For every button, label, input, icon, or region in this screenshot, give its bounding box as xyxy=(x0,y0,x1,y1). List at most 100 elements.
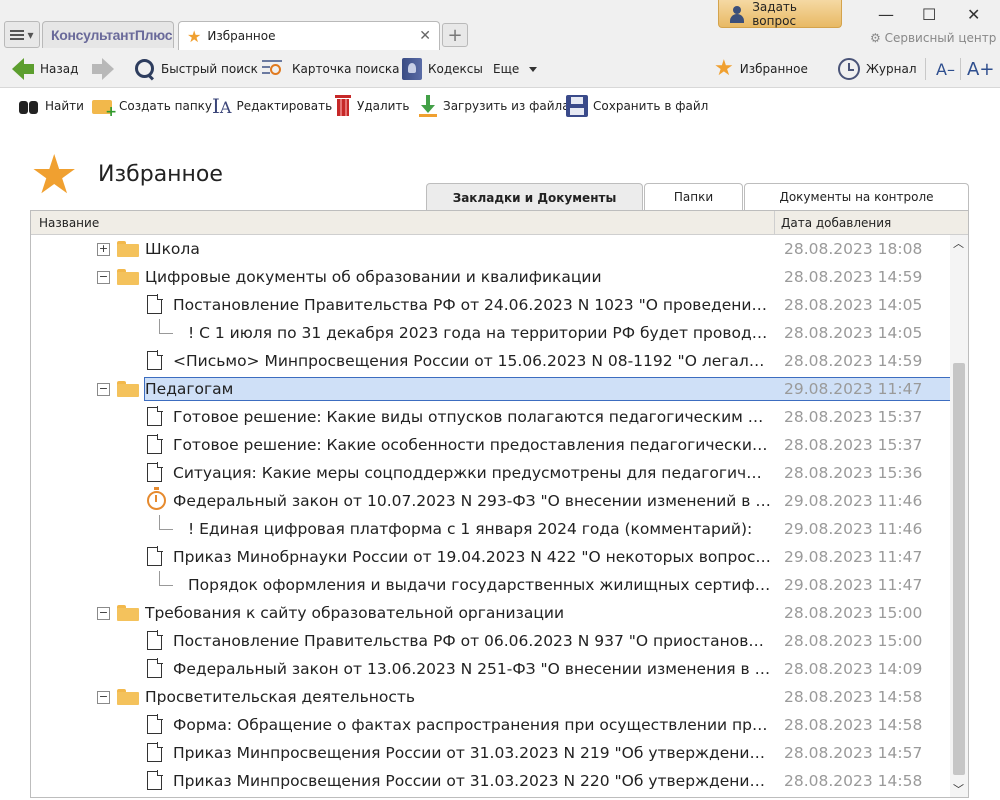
edit-label: Редактировать xyxy=(236,99,333,113)
column-header-name[interactable]: Название xyxy=(39,216,99,230)
tab-documents-on-control[interactable]: Документы на контроле xyxy=(744,183,969,210)
load-from-file-button[interactable]: Загрузить из файла xyxy=(418,94,570,118)
row-title: Приказ Минобрнауки России от 19.04.2023 … xyxy=(173,548,771,566)
close-tab-icon[interactable]: ✕ xyxy=(419,28,431,44)
row-title: <Письмо> Минпросвещения России от 15.06.… xyxy=(173,352,771,370)
table-row[interactable]: ! С 1 июля по 31 декабря 2023 года на те… xyxy=(31,319,951,347)
collapse-icon[interactable]: − xyxy=(97,271,110,284)
back-button[interactable]: Назад xyxy=(12,56,78,82)
title-bar: ▾ КонсультантПлюс ★ Избранное ✕ + Задать… xyxy=(0,0,1000,50)
forward-button[interactable] xyxy=(92,56,114,82)
table-row[interactable]: Приказ Минобрнауки России от 19.04.2023 … xyxy=(31,543,951,571)
main-menu-button[interactable]: ▾ xyxy=(4,21,40,48)
page-title: Избранное xyxy=(98,162,223,187)
delete-label: Удалить xyxy=(357,99,410,113)
vertical-scrollbar[interactable]: ︿ ﹀ xyxy=(950,235,968,797)
row-title: Форма: Обращение о фактах распространени… xyxy=(173,716,771,734)
close-window-button[interactable]: ✕ xyxy=(967,5,980,24)
back-label: Назад xyxy=(40,62,79,76)
maximize-button[interactable]: ☐ xyxy=(922,5,936,24)
table-row[interactable]: Постановление Правительства РФ от 24.06.… xyxy=(31,291,951,319)
font-increase-button[interactable]: A+ xyxy=(967,56,994,82)
row-date: 29.08.2023 11:47 xyxy=(784,548,923,566)
table-row[interactable]: Форма: Обращение о фактах распространени… xyxy=(31,711,951,739)
folder-icon xyxy=(117,269,139,285)
scroll-up-icon[interactable]: ︿ xyxy=(953,235,964,251)
star-icon: ★ xyxy=(714,56,734,81)
row-title: Приказ Минпросвещения России от 31.03.20… xyxy=(173,772,771,790)
collapse-icon[interactable]: − xyxy=(97,691,110,704)
find-button[interactable]: Найти xyxy=(18,94,84,118)
tab-folders[interactable]: Папки xyxy=(644,183,743,210)
tree-folder-row[interactable]: − Требования к сайту образовательной орга… xyxy=(31,599,951,627)
save-to-file-button[interactable]: Сохранить в файл xyxy=(566,94,708,118)
table-row[interactable]: Порядок оформления и выдачи государствен… xyxy=(31,571,951,599)
search-card-button[interactable]: Карточка поиска xyxy=(262,56,400,82)
row-date: 29.08.2023 11:47 xyxy=(784,576,923,594)
scrollbar-thumb[interactable] xyxy=(953,363,965,775)
collapse-icon[interactable]: − xyxy=(97,607,110,620)
tab-consultant-home[interactable]: КонсультантПлюс xyxy=(42,21,174,48)
load-from-file-label: Загрузить из файла xyxy=(443,99,570,113)
codes-button[interactable]: Кодексы xyxy=(402,56,483,82)
collapse-icon[interactable]: − xyxy=(97,383,110,396)
search-card-icon xyxy=(262,58,286,80)
column-header-date[interactable]: Дата добавления xyxy=(781,216,891,230)
toolbar-divider xyxy=(960,58,961,80)
table-row[interactable]: Постановление Правительства РФ от 06.06.… xyxy=(31,627,951,655)
edit-button[interactable]: IA Редактировать xyxy=(212,94,332,118)
tree-folder-row[interactable]: − Педагогам 29.08.2023 11:47 xyxy=(31,375,951,403)
tab-bookmarks-documents[interactable]: Закладки и Документы xyxy=(426,183,643,211)
table-row[interactable]: Приказ Минпросвещения России от 31.03.20… xyxy=(31,739,951,767)
favorites-button[interactable]: ★ Избранное xyxy=(714,56,808,82)
search-card-label: Карточка поиска xyxy=(292,62,400,76)
minimize-button[interactable]: — xyxy=(878,5,894,24)
table-row[interactable]: <Письмо> Минпросвещения России от 15.06.… xyxy=(31,347,951,375)
journal-button[interactable]: Журнал xyxy=(838,56,917,82)
table-row[interactable]: Федеральный закон от 10.07.2023 N 293-ФЗ… xyxy=(31,487,951,515)
ask-question-button[interactable]: Задать вопрос xyxy=(718,0,842,28)
create-folder-button[interactable]: Создать папку xyxy=(92,94,212,120)
table-row[interactable]: Готовое решение: Какие особенности предо… xyxy=(31,431,951,459)
row-date: 29.08.2023 11:46 xyxy=(784,520,923,538)
service-center-label: Сервисный центр xyxy=(884,31,997,45)
main-toolbar: Назад Быстрый поиск Карточка поиска Коде… xyxy=(0,50,1000,88)
binoculars-icon xyxy=(18,97,40,115)
history-clock-icon xyxy=(838,58,860,80)
row-title: Постановление Правительства РФ от 06.06.… xyxy=(173,632,771,650)
new-tab-button[interactable]: + xyxy=(442,23,468,47)
table-row[interactable]: Готовое решение: Какие виды отпусков пол… xyxy=(31,403,951,431)
gear-icon: ⚙ xyxy=(870,31,881,45)
more-menu-button[interactable]: Еще xyxy=(493,56,538,82)
favorites-table: Название Дата добавления + Школа 28.08.202… xyxy=(30,210,969,798)
star-icon: ★ xyxy=(187,26,202,46)
row-date: 28.08.2023 14:58 xyxy=(784,716,923,734)
row-date: 28.08.2023 14:09 xyxy=(784,660,923,678)
more-label: Еще xyxy=(493,62,520,76)
document-icon xyxy=(147,546,163,566)
row-title: Федеральный закон от 10.07.2023 N 293-ФЗ… xyxy=(173,492,771,510)
table-row[interactable]: ! Единая цифровая платформа с 1 января 2… xyxy=(31,515,951,543)
tree-folder-row[interactable]: − Цифровые документы об образовании и ква… xyxy=(31,263,951,291)
table-row[interactable]: Ситуация: Какие меры соцподдержки предус… xyxy=(31,459,951,487)
service-center-link[interactable]: ⚙ Сервисный центр xyxy=(870,31,996,45)
font-decrease-button[interactable]: A– xyxy=(936,56,955,82)
table-row[interactable]: Федеральный закон от 13.06.2023 N 251-ФЗ… xyxy=(31,655,951,683)
document-icon xyxy=(147,742,163,762)
scroll-down-icon[interactable]: ﹀ xyxy=(953,781,964,797)
plus-icon: + xyxy=(447,24,463,46)
table-row[interactable]: Приказ Минпросвещения России от 31.03.20… xyxy=(31,767,951,795)
row-date: 28.08.2023 14:58 xyxy=(784,688,923,706)
document-icon xyxy=(147,462,163,482)
column-divider[interactable] xyxy=(774,211,775,235)
row-date: 28.08.2023 14:57 xyxy=(784,744,923,762)
tree-folder-row[interactable]: + Школа 28.08.2023 18:08 xyxy=(31,235,951,263)
tree-folder-row[interactable]: − Просветительская деятельность 28.08.2023… xyxy=(31,683,951,711)
delete-button[interactable]: Удалить xyxy=(334,94,410,118)
row-title: Педагогам xyxy=(145,380,234,398)
toolbar-divider xyxy=(925,58,926,80)
tab-favorites[interactable]: ★ Избранное ✕ xyxy=(178,21,440,50)
quick-search-button[interactable]: Быстрый поиск xyxy=(133,56,258,82)
tree-connector xyxy=(159,515,173,530)
expand-icon[interactable]: + xyxy=(97,243,110,256)
